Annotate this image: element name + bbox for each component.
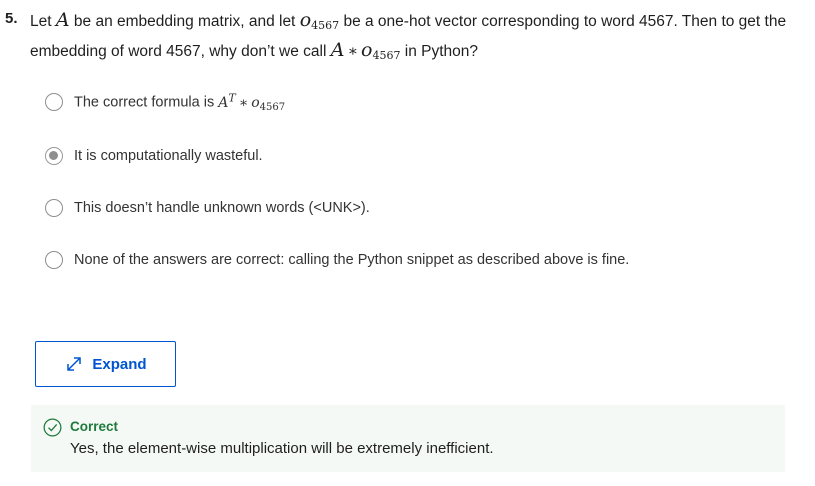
option-label: None of the answers are correct: calling… bbox=[74, 252, 630, 268]
option-label-text: The correct formula is bbox=[74, 94, 215, 111]
answer-option-2[interactable]: It is computationally wasteful. bbox=[45, 147, 263, 165]
math-var-o: o bbox=[251, 94, 260, 111]
math-formula: AT ∗ o4567 bbox=[218, 91, 286, 113]
math-var-a: A bbox=[55, 9, 70, 31]
question-text-part: be an embedding matrix, and let bbox=[73, 13, 296, 30]
answer-option-4[interactable]: None of the answers are correct: calling… bbox=[45, 251, 629, 269]
expand-arrows-icon bbox=[67, 357, 82, 371]
math-operator: ∗ bbox=[347, 42, 358, 60]
question-text-part: Let bbox=[30, 13, 52, 30]
math-subscript: 4567 bbox=[372, 49, 401, 62]
answer-option-3[interactable]: This doesn’t handle unknown words (<UNK>… bbox=[45, 199, 370, 217]
option-label: The correct formula is AT ∗ o4567 bbox=[74, 91, 285, 113]
radio-button[interactable] bbox=[45, 92, 63, 111]
feedback-status: Correct bbox=[70, 419, 119, 434]
math-operator: ∗ bbox=[238, 94, 249, 111]
answer-option-1[interactable]: The correct formula is AT ∗ o4567 bbox=[45, 91, 285, 113]
math-subscript: 4567 bbox=[259, 101, 286, 113]
question-text-part: in Python? bbox=[404, 43, 479, 60]
math-var-o: o bbox=[361, 39, 373, 61]
check-circle-icon bbox=[43, 418, 62, 437]
math-var-a: A bbox=[330, 39, 345, 61]
feedback-panel: Correct Yes, the element-wise multiplica… bbox=[31, 405, 785, 472]
question-text: Let A be an embedding matrix, and let o4… bbox=[30, 8, 790, 68]
expand-button-label: Expand bbox=[92, 355, 147, 373]
radio-button-selected[interactable] bbox=[45, 147, 63, 165]
question-number: 5. bbox=[5, 10, 18, 27]
math-subscript: 4567 bbox=[311, 19, 340, 32]
radio-button[interactable] bbox=[45, 251, 63, 269]
math-onehot-vector: o4567 bbox=[299, 9, 340, 32]
math-var-o: o bbox=[299, 9, 312, 31]
option-label: It is computationally wasteful. bbox=[74, 148, 263, 164]
expand-button[interactable]: Expand bbox=[35, 341, 176, 387]
option-label: This doesn’t handle unknown words (<UNK>… bbox=[74, 200, 370, 216]
math-onehot-vector: o4567 bbox=[361, 39, 401, 62]
feedback-text: Yes, the element-wise multiplication wil… bbox=[70, 440, 494, 457]
math-superscript: T bbox=[228, 91, 236, 104]
math-var-a: A bbox=[218, 94, 229, 111]
radio-button[interactable] bbox=[45, 199, 63, 217]
